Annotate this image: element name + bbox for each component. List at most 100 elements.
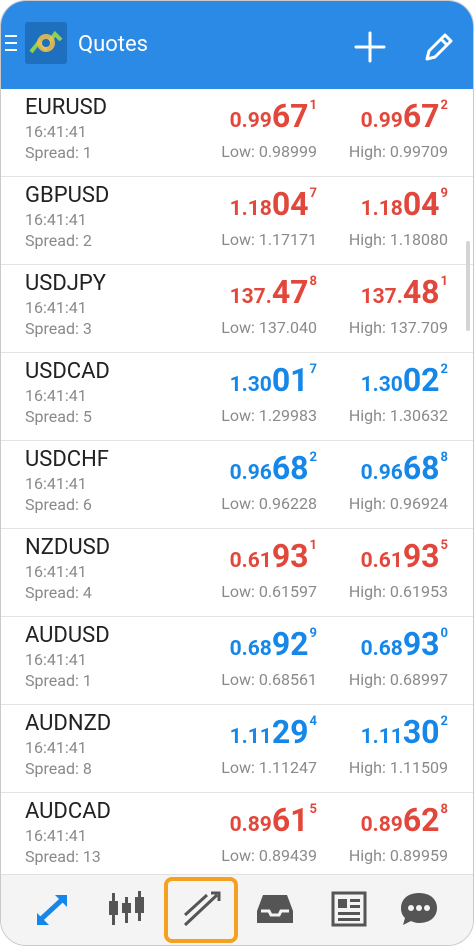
history-icon[interactable] (251, 885, 299, 933)
ask-price-big: 30 (402, 713, 440, 751)
ask-price-prefix: 0.89 (360, 813, 403, 837)
spread-value: Spread: 5 (25, 407, 92, 426)
bid-price-big: 29 (271, 713, 309, 751)
bid-price-big: 93 (271, 537, 309, 575)
ask-price-prefix: 137. (360, 285, 403, 309)
quote-row[interactable]: EURUSD 16:41:41 Spread: 1 0.99671 0.99672 Low… (1, 89, 473, 177)
metatrader-logo-icon (25, 22, 67, 64)
ask-price: 137.481 (361, 275, 448, 308)
ask-price-big: 62 (402, 801, 440, 839)
low-price: Low: 0.98999 (221, 142, 317, 161)
quote-time: 16:41:41 (25, 738, 87, 757)
bid-price-pip: 2 (309, 450, 317, 465)
bid-price-big: 01 (271, 361, 309, 399)
ask-price-pip: 2 (440, 362, 448, 377)
chat-icon[interactable] (395, 885, 443, 933)
spread-value: Spread: 2 (25, 231, 92, 250)
ask-price-big: 02 (402, 361, 440, 399)
ask-price-pip: 2 (440, 714, 448, 729)
scrollbar[interactable] (466, 241, 470, 331)
low-price: Low: 0.61597 (221, 582, 317, 601)
high-price: High: 0.61953 (348, 582, 448, 601)
bid-price-big: 92 (271, 625, 309, 663)
symbol-name: USDJPY (25, 271, 106, 296)
spread-value: Spread: 6 (25, 495, 92, 514)
symbol-name: EURUSD (25, 95, 108, 120)
quote-time: 16:41:41 (25, 386, 87, 405)
bid-price: 1.18047 (230, 187, 317, 220)
ask-price: 1.18049 (361, 187, 448, 220)
spread-value: Spread: 8 (25, 759, 92, 778)
quote-time: 16:41:41 (25, 562, 87, 581)
quotes-icon[interactable] (29, 885, 77, 933)
quote-time: 16:41:41 (25, 210, 87, 229)
ask-price: 1.11302 (361, 715, 448, 748)
bid-price-prefix: 0.61 (229, 549, 272, 573)
spread-value: Spread: 4 (25, 583, 92, 602)
bid-price-big: 04 (271, 185, 309, 223)
chart-icon[interactable] (103, 885, 151, 933)
ask-price-big: 93 (402, 625, 440, 663)
spread-value: Spread: 3 (25, 319, 92, 338)
high-price: High: 0.99709 (348, 142, 448, 161)
bid-price: 137.478 (230, 275, 317, 308)
ask-price-prefix: 1.11 (360, 725, 403, 749)
quote-row[interactable]: AUDCAD 16:41:41 Spread: 13 0.89615 0.89628 Lo… (1, 793, 473, 871)
bid-price-big: 68 (271, 449, 309, 487)
app-header: Quotes (1, 1, 473, 89)
ask-price: 0.68930 (361, 627, 448, 660)
bid-price-prefix: 1.30 (229, 373, 272, 397)
bid-price-prefix: 137. (229, 285, 272, 309)
quote-row[interactable]: GBPUSD 16:41:41 Spread: 2 1.18047 1.18049 Low… (1, 177, 473, 265)
quote-row[interactable]: NZDUSD 16:41:41 Spread: 4 0.61931 0.61935 Low… (1, 529, 473, 617)
ask-price-prefix: 0.68 (360, 637, 403, 661)
ask-price-pip: 8 (440, 450, 448, 465)
quote-row[interactable]: USDJPY 16:41:41 Spread: 3 137.478 137.481 Low… (1, 265, 473, 353)
ask-price: 0.61935 (361, 539, 448, 572)
bid-price-big: 47 (271, 273, 309, 311)
news-icon[interactable] (325, 885, 373, 933)
ask-price: 0.96688 (361, 451, 448, 484)
bid-price-pip: 4 (309, 714, 317, 729)
quotes-list: EURUSD 16:41:41 Spread: 1 0.99671 0.99672 Low… (1, 89, 473, 871)
menu-icon[interactable] (5, 35, 19, 51)
low-price: Low: 137.040 (221, 318, 317, 337)
bid-price: 0.99671 (230, 99, 317, 132)
ask-price-prefix: 0.99 (360, 109, 403, 133)
ask-price-pip: 8 (440, 802, 448, 817)
add-symbol-icon[interactable] (350, 27, 390, 67)
bid-price-pip: 9 (309, 626, 317, 641)
bid-price: 0.96682 (230, 451, 317, 484)
ask-price-prefix: 1.18 (360, 197, 403, 221)
quote-row[interactable]: AUDUSD 16:41:41 Spread: 1 0.68929 0.68930 Low… (1, 617, 473, 705)
bid-price-prefix: 0.89 (229, 813, 272, 837)
quote-time: 16:41:41 (25, 298, 87, 317)
selected-tab-highlight (164, 877, 238, 943)
high-price: High: 1.11509 (348, 758, 448, 777)
bid-price-pip: 1 (309, 98, 317, 113)
ask-price-prefix: 0.61 (360, 549, 403, 573)
ask-price-pip: 5 (440, 538, 448, 553)
bid-price-prefix: 1.18 (229, 197, 272, 221)
bid-price-pip: 1 (309, 538, 317, 553)
bid-price-pip: 7 (309, 186, 317, 201)
quote-time: 16:41:41 (25, 122, 87, 141)
high-price: High: 0.68997 (348, 670, 448, 689)
ask-price-prefix: 1.30 (360, 373, 403, 397)
ask-price-big: 04 (402, 185, 440, 223)
bid-price-prefix: 0.99 (229, 109, 272, 133)
ask-price-pip: 0 (440, 626, 448, 641)
low-price: Low: 1.17171 (221, 230, 317, 249)
quote-row[interactable]: USDCAD 16:41:41 Spread: 5 1.30017 1.30022 Low… (1, 353, 473, 441)
ask-price: 0.99672 (361, 99, 448, 132)
quote-row[interactable]: AUDNZD 16:41:41 Spread: 8 1.11294 1.11302 Low… (1, 705, 473, 793)
quote-row[interactable]: USDCHF 16:41:41 Spread: 6 0.96682 0.96688 Low… (1, 441, 473, 529)
low-price: Low: 1.29983 (221, 406, 317, 425)
quote-time: 16:41:41 (25, 826, 87, 845)
bid-price-prefix: 0.68 (229, 637, 272, 661)
bid-price-pip: 8 (309, 274, 317, 289)
edit-pencil-icon[interactable] (419, 27, 459, 67)
page-title: Quotes (78, 32, 149, 57)
quote-time: 16:41:41 (25, 650, 87, 669)
bid-price: 1.11294 (230, 715, 317, 748)
